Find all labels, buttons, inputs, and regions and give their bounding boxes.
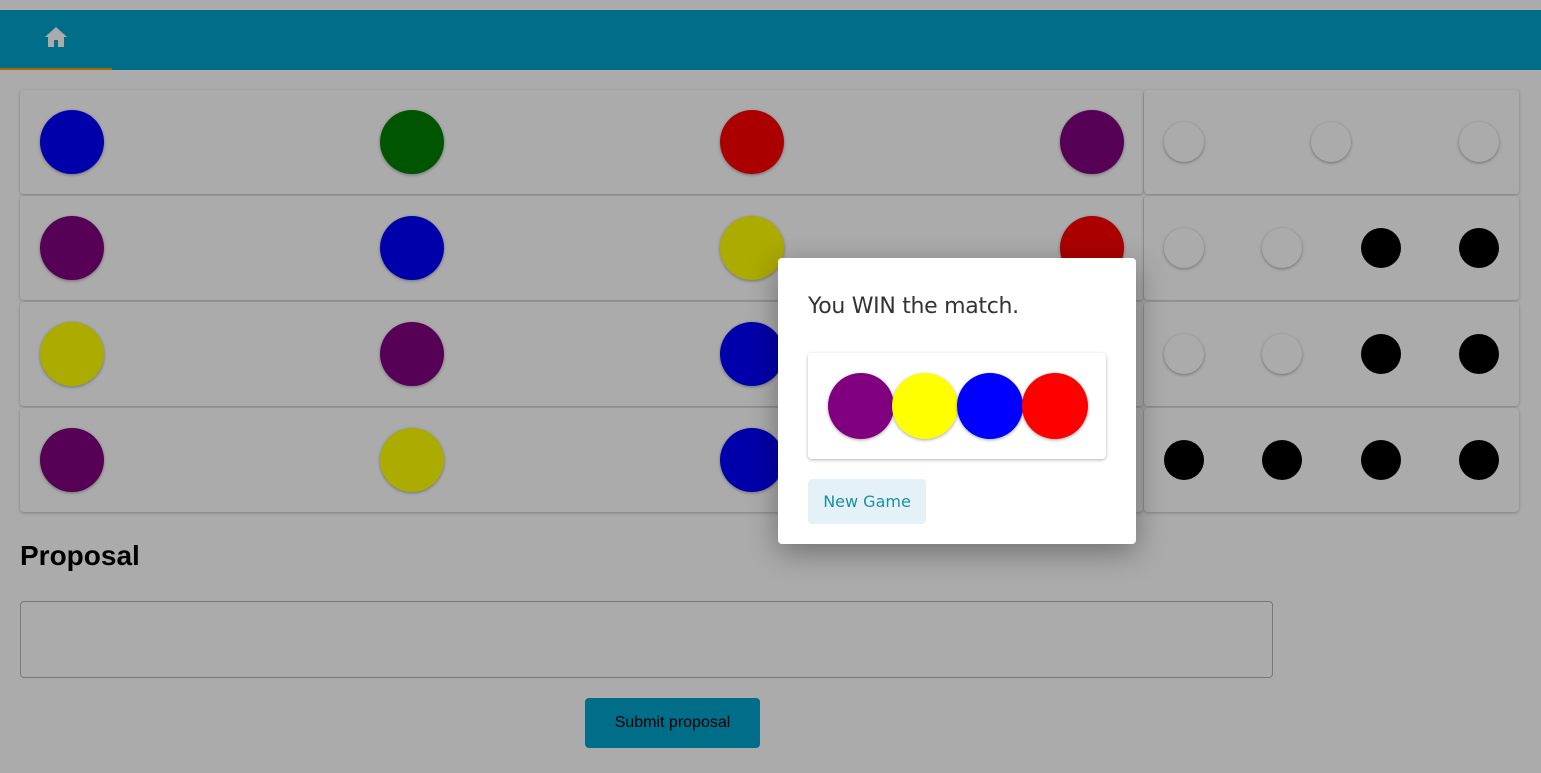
win-message: You WIN the match. (808, 294, 1019, 319)
modal-backdrop (0, 0, 1541, 773)
secret-peg-yellow (892, 373, 958, 439)
secret-peg-blue (957, 373, 1023, 439)
new-game-button[interactable]: New Game (808, 479, 926, 524)
win-dialog: You WIN the match. New Game (778, 258, 1136, 544)
secret-peg-purple (828, 373, 894, 439)
secret-peg-red (1022, 373, 1088, 439)
secret-code (808, 353, 1106, 459)
